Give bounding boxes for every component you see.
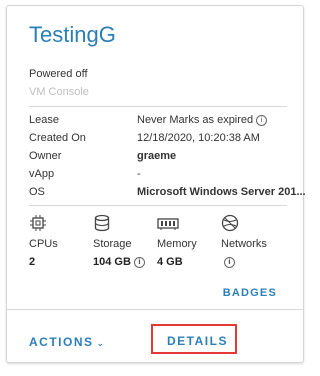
details-button[interactable]: DETAILS bbox=[167, 334, 228, 348]
actions-button[interactable]: ACTIONS ⌄ bbox=[29, 335, 106, 349]
detail-label: OS bbox=[29, 186, 45, 198]
footer-divider bbox=[7, 309, 303, 310]
vm-console-link: VM Console bbox=[29, 86, 89, 98]
cpu-icon bbox=[30, 215, 46, 231]
detail-label: Owner bbox=[29, 150, 62, 162]
detail-value: Microsoft Windows Server 201... bbox=[137, 186, 306, 198]
details-highlight: DETAILS bbox=[151, 324, 237, 354]
detail-value: Never Marks as expired bbox=[137, 114, 254, 126]
info-icon[interactable]: i bbox=[224, 256, 235, 268]
resource-storage: Storage 104 GB i bbox=[93, 214, 161, 268]
resource-value: 2 bbox=[29, 256, 36, 268]
resource-label: CPUs bbox=[29, 238, 58, 250]
actions-label: ACTIONS bbox=[29, 335, 94, 349]
detail-label: Created On bbox=[29, 132, 86, 144]
resource-value: 104 GB bbox=[93, 256, 131, 268]
detail-label: Lease bbox=[29, 114, 59, 126]
detail-label: vApp bbox=[29, 168, 55, 180]
info-icon[interactable]: i bbox=[133, 256, 145, 268]
vm-title[interactable]: TestingG bbox=[29, 22, 116, 48]
vm-card: TestingG Powered off VM Console Lease Ne… bbox=[6, 5, 306, 363]
resource-label: Memory bbox=[157, 238, 197, 250]
memory-icon bbox=[157, 218, 179, 230]
badges-button[interactable]: BADGES bbox=[223, 287, 277, 299]
info-icon[interactable]: i bbox=[256, 114, 268, 126]
resource-memory: Memory 4 GB bbox=[157, 214, 225, 268]
detail-value: graeme bbox=[137, 150, 177, 162]
resource-cpus: CPUs 2 bbox=[29, 214, 97, 268]
resource-networks: Networks i bbox=[221, 214, 289, 268]
detail-value: 12/18/2020, 10:20:38 AM bbox=[137, 132, 260, 144]
network-icon bbox=[221, 214, 239, 232]
power-status: Powered off bbox=[29, 68, 88, 80]
resource-label: Networks bbox=[221, 238, 267, 250]
resource-value: 4 GB bbox=[157, 256, 183, 268]
storage-icon bbox=[94, 214, 110, 232]
divider bbox=[29, 205, 287, 206]
divider bbox=[29, 106, 287, 107]
detail-value: - bbox=[137, 168, 141, 180]
chevron-down-icon: ⌄ bbox=[96, 338, 106, 348]
resource-label: Storage bbox=[93, 238, 132, 250]
